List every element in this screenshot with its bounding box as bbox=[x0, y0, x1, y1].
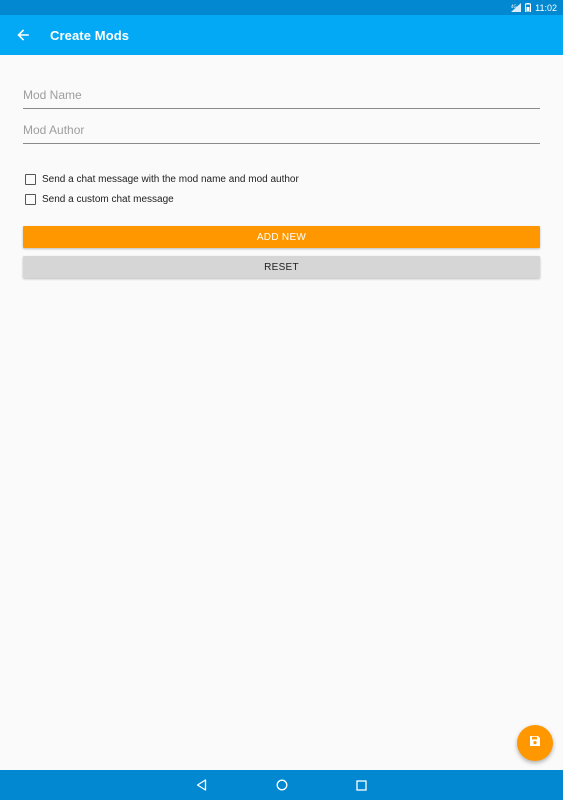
nav-recents-icon[interactable] bbox=[354, 777, 370, 793]
svg-text:4G: 4G bbox=[511, 4, 517, 9]
add-new-button[interactable]: ADD NEW bbox=[23, 226, 540, 248]
arrow-back-icon[interactable] bbox=[13, 25, 33, 45]
status-bar: 4G 11:02 bbox=[0, 0, 563, 15]
nav-home-icon[interactable] bbox=[274, 777, 290, 793]
custom-chat-checkbox-label: Send a custom chat message bbox=[42, 193, 174, 205]
chat-message-checkbox[interactable] bbox=[25, 173, 36, 185]
mod-name-field-wrapper bbox=[23, 86, 540, 109]
custom-chat-checkbox-row[interactable]: Send a custom chat message bbox=[23, 192, 540, 206]
chat-message-checkbox-row[interactable]: Send a chat message with the mod name an… bbox=[23, 172, 540, 186]
mod-author-input[interactable] bbox=[23, 121, 540, 144]
save-icon bbox=[529, 734, 541, 752]
nav-back-icon[interactable] bbox=[194, 777, 210, 793]
mod-name-input[interactable] bbox=[23, 86, 540, 109]
save-fab-button[interactable] bbox=[517, 725, 553, 761]
page-title: Create Mods bbox=[50, 27, 130, 43]
battery-icon bbox=[525, 3, 532, 12]
app-bar: Create Mods bbox=[0, 15, 563, 55]
mod-author-field-wrapper bbox=[23, 121, 540, 144]
chat-message-checkbox-label: Send a chat message with the mod name an… bbox=[42, 173, 299, 185]
status-time: 11:02 bbox=[535, 2, 557, 13]
custom-chat-checkbox[interactable] bbox=[25, 193, 36, 205]
system-nav-bar bbox=[0, 770, 563, 800]
reset-button[interactable]: RESET bbox=[23, 256, 540, 278]
signal-icon: 4G bbox=[511, 3, 522, 12]
create-mod-form: Send a chat message with the mod name an… bbox=[23, 55, 540, 278]
